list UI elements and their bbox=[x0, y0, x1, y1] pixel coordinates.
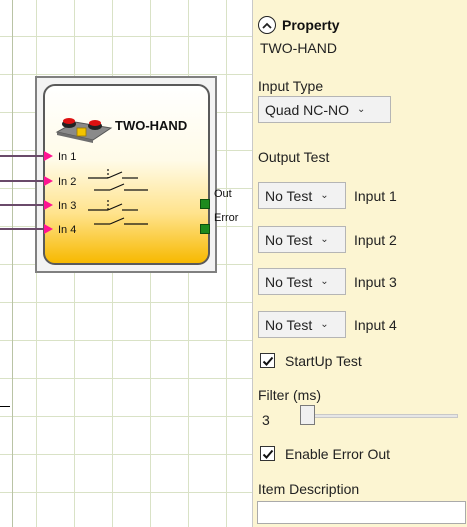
output-error-label: Error bbox=[214, 212, 239, 224]
input-3-arrow-icon[interactable] bbox=[44, 200, 53, 210]
output-out-port[interactable] bbox=[200, 199, 210, 209]
output-test-3-label: Input 3 bbox=[354, 274, 397, 290]
chevron-down-icon: ⌄ bbox=[320, 190, 329, 201]
two-hand-device-icon bbox=[55, 118, 113, 143]
output-test-3-value: No Test bbox=[265, 273, 313, 290]
startup-test-label: StartUp Test bbox=[285, 353, 362, 369]
input-type-label: Input Type bbox=[258, 78, 324, 94]
output-test-1-value: No Test bbox=[265, 187, 313, 204]
input-1-label: In 1 bbox=[58, 151, 77, 163]
output-test-2-label: Input 2 bbox=[354, 232, 397, 248]
enable-error-out-checkbox[interactable] bbox=[260, 446, 275, 461]
input-wire-3 bbox=[0, 204, 46, 206]
output-test-select-3[interactable]: No Test ⌄ bbox=[258, 268, 346, 295]
output-error-port[interactable] bbox=[200, 224, 210, 234]
chevron-down-icon: ⌄ bbox=[357, 104, 366, 115]
enable-error-out-label: Enable Error Out bbox=[285, 446, 391, 462]
input-type-value: Quad NC-NO bbox=[265, 101, 350, 118]
block-title: TWO-HAND bbox=[115, 118, 188, 133]
input-2-arrow-icon[interactable] bbox=[44, 176, 53, 186]
input-2-label: In 2 bbox=[58, 176, 77, 188]
checkmark-icon bbox=[262, 356, 273, 366]
property-title: Property bbox=[282, 17, 340, 33]
output-test-4-label: Input 4 bbox=[354, 317, 397, 333]
canvas-tick bbox=[0, 406, 10, 407]
input-1-arrow-icon[interactable] bbox=[44, 151, 53, 161]
chevron-down-icon: ⌄ bbox=[320, 319, 329, 330]
input-4-label: In 4 bbox=[58, 224, 77, 236]
item-description-label: Item Description bbox=[258, 481, 360, 497]
input-wire-1 bbox=[0, 155, 46, 157]
output-test-label: Output Test bbox=[258, 149, 330, 165]
filter-value: 3 bbox=[262, 412, 270, 428]
input-4-arrow-icon[interactable] bbox=[44, 224, 53, 234]
output-test-4-value: No Test bbox=[265, 316, 313, 333]
input-wire-4 bbox=[0, 228, 46, 230]
filter-slider-thumb[interactable] bbox=[300, 405, 315, 425]
canvas-divider bbox=[12, 0, 13, 527]
filter-label: Filter (ms) bbox=[258, 387, 321, 403]
input-wire-2 bbox=[0, 180, 46, 182]
startup-test-checkbox[interactable] bbox=[260, 353, 275, 368]
output-out-label: Out bbox=[214, 188, 232, 200]
item-description-input[interactable] bbox=[257, 501, 466, 524]
component-name: TWO-HAND bbox=[260, 40, 337, 56]
output-test-2-value: No Test bbox=[265, 231, 313, 248]
input-3-label: In 3 bbox=[58, 200, 77, 212]
input-type-select[interactable]: Quad NC-NO ⌄ bbox=[258, 96, 391, 123]
checkmark-icon bbox=[262, 449, 273, 459]
output-test-select-1[interactable]: No Test ⌄ bbox=[258, 182, 346, 209]
chevron-down-icon: ⌄ bbox=[320, 234, 329, 245]
output-test-select-2[interactable]: No Test ⌄ bbox=[258, 226, 346, 253]
output-test-1-label: Input 1 bbox=[354, 188, 397, 204]
collapse-chevron-up-icon[interactable] bbox=[258, 16, 276, 34]
filter-slider-track[interactable] bbox=[302, 414, 458, 418]
property-header[interactable]: Property bbox=[258, 16, 340, 34]
output-test-select-4[interactable]: No Test ⌄ bbox=[258, 311, 346, 338]
contact-switch-icon bbox=[88, 169, 148, 225]
chevron-down-icon: ⌄ bbox=[320, 276, 329, 287]
